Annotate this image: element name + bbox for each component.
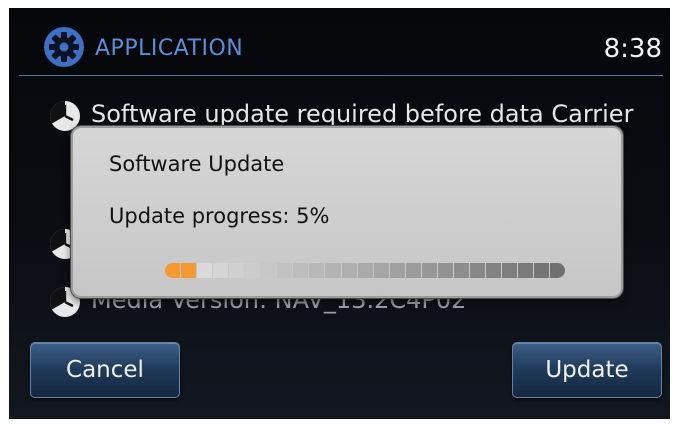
progress-segment-empty	[421, 263, 437, 278]
update-button[interactable]: Update	[512, 342, 662, 398]
progress-segment-empty	[357, 263, 373, 278]
software-update-dialog: Software Update Update progress: 5%	[71, 126, 623, 298]
progress-segment-empty	[261, 263, 277, 278]
progress-segment-empty	[469, 263, 485, 278]
info-item-text: Software update required before data Car…	[91, 100, 634, 128]
app-title: APPLICATION	[95, 36, 244, 61]
progress-segment-empty	[277, 263, 293, 278]
infotainment-screen: APPLICATION 8:38 Software update require…	[9, 8, 670, 419]
progress-segment-empty	[437, 263, 453, 278]
progress-segment-empty	[389, 263, 405, 278]
progress-text: Update progress: 5%	[109, 204, 330, 228]
header-bar: APPLICATION 8:38	[9, 8, 670, 76]
progress-segment-filled	[165, 263, 181, 278]
progress-segment-empty	[485, 263, 501, 278]
progress-bar	[165, 263, 566, 278]
dialog-title: Software Update	[109, 152, 285, 176]
progress-segment-empty	[534, 263, 550, 278]
progress-segment-empty	[550, 263, 566, 278]
progress-segment-empty	[197, 263, 213, 278]
progress-segment-empty	[293, 263, 309, 278]
progress-segment-empty	[341, 263, 357, 278]
progress-segment-empty	[453, 263, 469, 278]
gear-icon	[44, 27, 84, 67]
progress-segment-empty	[229, 263, 245, 278]
progress-segment-empty	[325, 263, 341, 278]
clock-time: 8:38	[603, 34, 662, 64]
progress-segment-empty	[245, 263, 261, 278]
progress-segment-empty	[373, 263, 389, 278]
progress-segment-empty	[405, 263, 421, 278]
progress-segment-filled	[181, 263, 197, 278]
header-divider	[19, 75, 663, 76]
progress-segment-empty	[501, 263, 518, 278]
progress-segment-empty	[518, 263, 534, 278]
cancel-button[interactable]: Cancel	[30, 342, 180, 398]
progress-segment-empty	[309, 263, 325, 278]
progress-segment-empty	[213, 263, 229, 278]
